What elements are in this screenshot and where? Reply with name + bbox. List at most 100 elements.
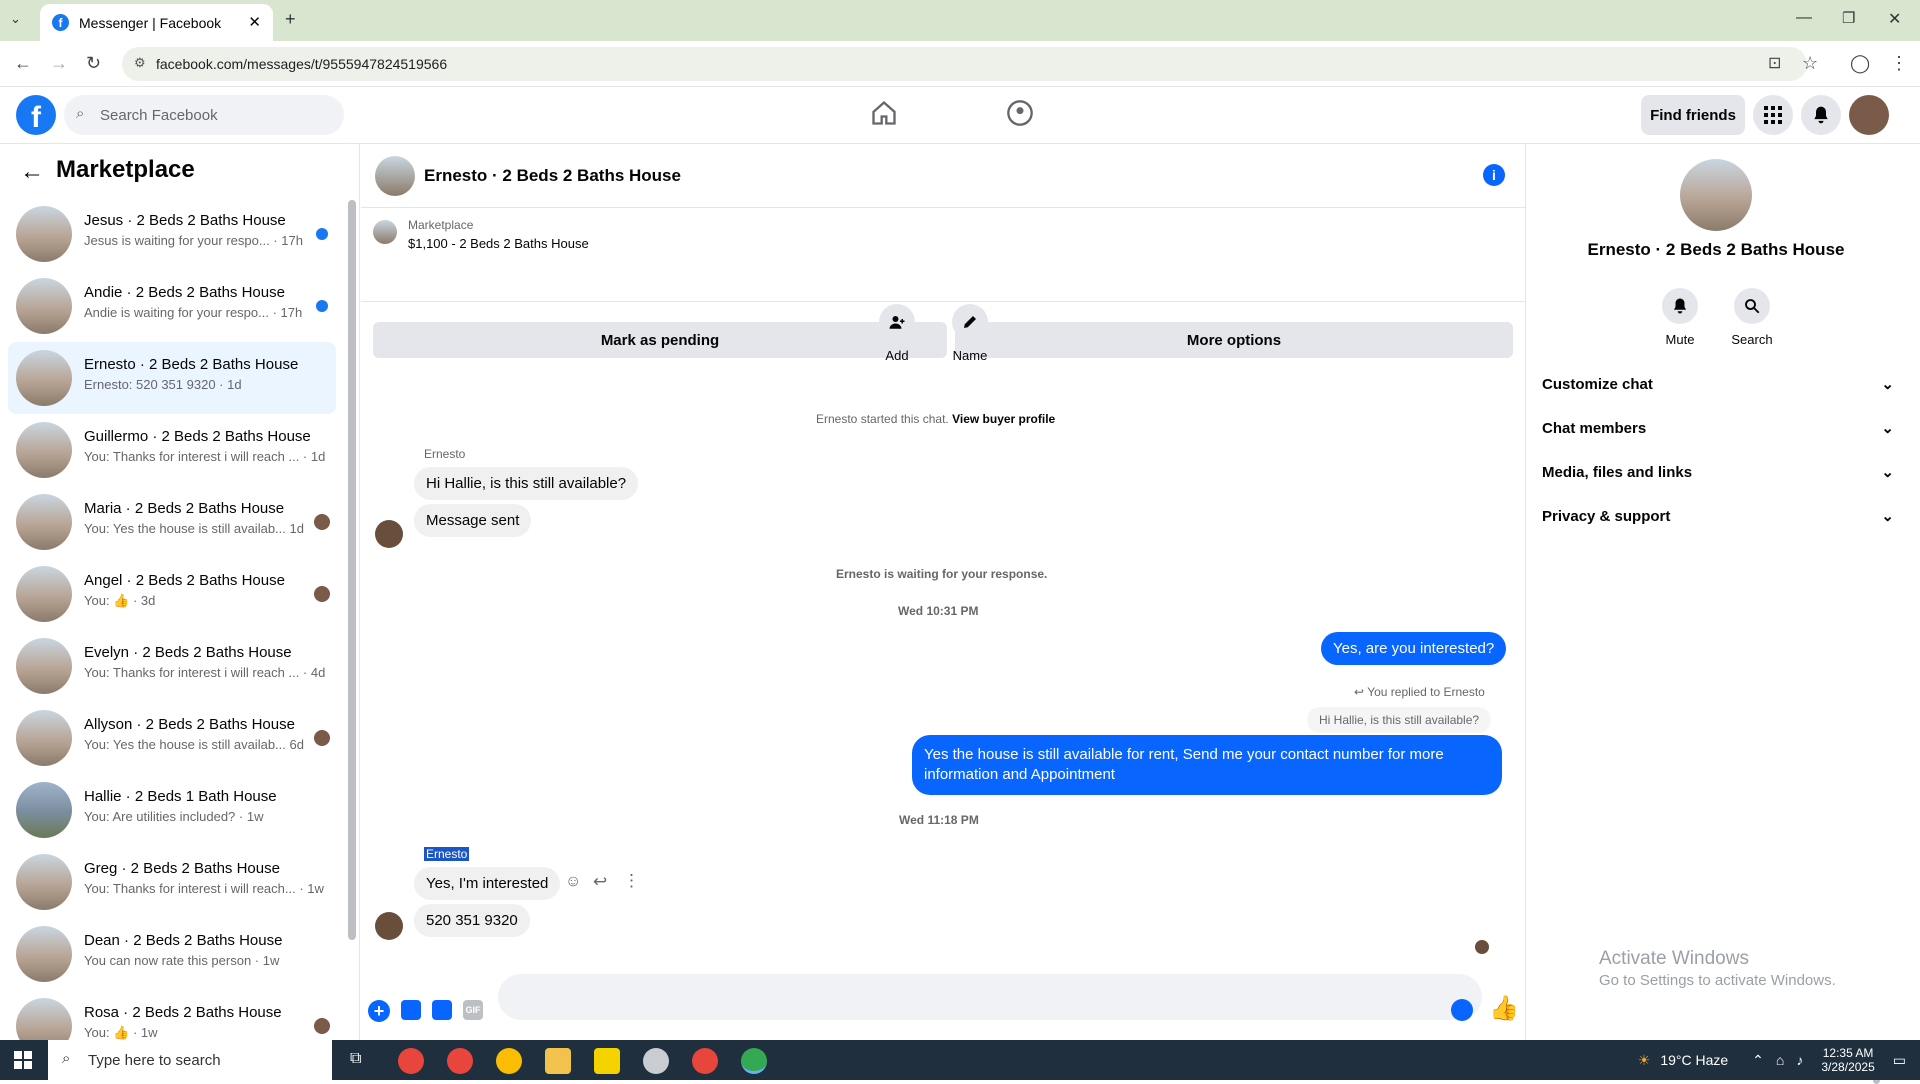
forward-icon[interactable]: → <box>50 53 68 74</box>
sticker-icon[interactable] <box>432 1000 452 1020</box>
more-actions-icon[interactable]: ⋮ <box>623 871 640 891</box>
profile-icon[interactable]: ◯ <box>1850 53 1870 74</box>
conversation-item[interactable]: Guillermo · 2 Beds 2 Baths House You: Th… <box>8 414 336 486</box>
listing-title[interactable]: $1,100 - 2 Beds 2 Baths House <box>408 236 589 251</box>
outgoing-message[interactable]: Yes, are you interested? <box>1321 632 1507 665</box>
home-icon[interactable] <box>870 99 898 127</box>
restore-icon[interactable]: ❐ <box>1842 9 1855 27</box>
chrome-app-icon[interactable] <box>496 1048 522 1074</box>
sidebar-scrollbar[interactable] <box>348 200 356 940</box>
chat-pane: Ernesto · 2 Beds 2 Baths House i Marketp… <box>361 144 1880 1084</box>
message-input[interactable] <box>498 974 1482 1020</box>
like-thumb-icon[interactable]: 👍 <box>1489 994 1519 1023</box>
conversation-avatar <box>16 710 72 766</box>
network-icon[interactable]: ⌂ <box>1776 1052 1784 1068</box>
add-people-button[interactable]: Add <box>879 304 915 363</box>
file-explorer-icon[interactable] <box>545 1048 571 1074</box>
taskbar-search-input[interactable]: ⌕ Type here to search <box>48 1040 332 1080</box>
react-icon[interactable]: ☺ <box>565 873 581 891</box>
plus-icon[interactable]: + <box>368 1000 390 1022</box>
incoming-message[interactable]: Hi Hallie, is this still available? <box>414 467 639 500</box>
chat-header: Ernesto · 2 Beds 2 Baths House i <box>361 144 1525 208</box>
clock[interactable]: 12:35 AM 3/28/2025 <box>1821 1046 1874 1074</box>
groups-icon[interactable] <box>1006 99 1034 127</box>
view-buyer-profile-link[interactable]: View buyer profile <box>952 412 1055 426</box>
chat-avatar[interactable] <box>375 156 415 196</box>
facebook-logo-icon[interactable]: f <box>16 95 56 135</box>
close-window-icon[interactable]: ✕ <box>1888 9 1901 29</box>
find-friends-button[interactable]: Find friends <box>1641 95 1745 135</box>
address-bar[interactable]: ⚙ facebook.com/messages/t/95559478245195… <box>122 47 1807 81</box>
conversation-item[interactable]: Dean · 2 Beds 2 Baths House You can now … <box>8 918 336 990</box>
conversation-item[interactable]: Rosa · 2 Beds 2 Baths House You: 👍 · 1w <box>8 990 336 1040</box>
name-chat-button[interactable]: Name <box>952 304 988 363</box>
conversation-item[interactable]: Angel · 2 Beds 2 Baths House You: 👍 · 3d <box>8 558 336 630</box>
seen-avatar <box>314 586 330 602</box>
chrome-app-icon-active[interactable] <box>741 1048 767 1074</box>
incoming-message[interactable]: Message sent <box>414 504 532 537</box>
conversation-item[interactable]: Andie · 2 Beds 2 Baths House Andie is wa… <box>8 270 336 342</box>
weather-icon[interactable]: ☀ <box>1638 1052 1651 1069</box>
minimize-icon[interactable]: — <box>1796 9 1812 27</box>
conversation-item[interactable]: Jesus · 2 Beds 2 Baths House Jesus is wa… <box>8 198 336 270</box>
quoted-message[interactable]: Hi Hallie, is this still available? <box>1307 707 1492 733</box>
chrome-app-icon[interactable] <box>692 1048 718 1074</box>
search-icon <box>1734 288 1770 324</box>
close-tab-icon[interactable]: ✕ <box>248 13 261 31</box>
chrome-app-icon[interactable] <box>447 1048 473 1074</box>
incoming-message[interactable]: Yes, I'm interested <box>414 867 561 900</box>
privacy-support-section[interactable]: Privacy & support ⌄ <box>1542 496 1894 536</box>
timestamp: Wed 10:31 PM <box>898 604 979 618</box>
sticky-notes-icon[interactable] <box>594 1048 620 1074</box>
photo-icon[interactable] <box>401 1000 421 1020</box>
conversation-name: Greg · 2 Beds 2 Baths House <box>84 860 280 877</box>
incoming-message[interactable]: 520 351 9320 <box>414 904 530 937</box>
conversation-item[interactable]: Hallie · 2 Beds 1 Bath House You: Are ut… <box>8 774 336 846</box>
install-app-icon[interactable]: ⊡ <box>1768 53 1781 73</box>
back-arrow-icon[interactable]: ← <box>20 158 44 186</box>
conversation-item[interactable]: Maria · 2 Beds 2 Baths House You: Yes th… <box>8 486 336 558</box>
task-view-icon[interactable]: ⧉ <box>350 1050 361 1068</box>
details-avatar[interactable] <box>1680 159 1752 231</box>
conversation-item[interactable]: Greg · 2 Beds 2 Baths House You: Thanks … <box>8 846 336 918</box>
notifications-bell-icon[interactable] <box>1801 95 1841 135</box>
facebook-search-input[interactable]: ⌕ Search Facebook <box>64 95 344 135</box>
site-info-icon[interactable]: ⚙ <box>134 55 146 71</box>
outgoing-message[interactable]: Yes the house is still available for ren… <box>912 735 1502 795</box>
chat-title[interactable]: Ernesto · 2 Beds 2 Baths House <box>424 166 681 186</box>
back-icon[interactable]: ← <box>14 53 32 74</box>
conversation-avatar <box>16 782 72 838</box>
conversation-item[interactable]: Allyson · 2 Beds 2 Baths House You: Yes … <box>8 702 336 774</box>
account-avatar[interactable] <box>1849 95 1889 135</box>
weather-text[interactable]: 19°C Haze <box>1660 1052 1728 1068</box>
sender-avatar[interactable] <box>375 912 403 940</box>
browser-tab[interactable]: f Messenger | Facebook ✕ <box>40 4 273 41</box>
chat-members-section[interactable]: Chat members ⌄ <box>1542 408 1894 448</box>
conversation-item-active[interactable]: Ernesto · 2 Beds 2 Baths House Ernesto: … <box>8 342 336 414</box>
notification-center-icon[interactable]: ▭ <box>1893 1052 1906 1069</box>
gif-icon[interactable]: GIF <box>463 1000 483 1020</box>
tab-search-icon[interactable]: ⌄ <box>10 11 21 27</box>
sender-avatar[interactable] <box>375 520 403 548</box>
new-tab-icon[interactable]: + <box>285 9 296 30</box>
customize-chat-section[interactable]: Customize chat ⌄ <box>1542 364 1894 404</box>
browser-menu-icon[interactable]: ⋮ <box>1890 53 1908 74</box>
mute-button[interactable]: Mute <box>1645 288 1715 347</box>
conversation-avatar <box>16 998 72 1040</box>
menu-grid-icon[interactable] <box>1753 95 1793 135</box>
reload-icon[interactable]: ↻ <box>86 53 101 74</box>
media-files-links-section[interactable]: Media, files and links ⌄ <box>1542 452 1894 492</box>
search-in-chat-button[interactable]: Search <box>1717 288 1787 347</box>
bookmark-star-icon[interactable]: ☆ <box>1802 53 1818 74</box>
chrome-app-icon[interactable] <box>398 1048 424 1074</box>
app-icon[interactable] <box>643 1048 669 1074</box>
listing-thumbnail[interactable] <box>373 220 397 244</box>
conversation-preview: Jesus is waiting for your respo... · 17h <box>84 233 303 248</box>
tray-chevron-icon[interactable]: ⌃ <box>1752 1052 1764 1069</box>
conversation-item[interactable]: Evelyn · 2 Beds 2 Baths House You: Thank… <box>8 630 336 702</box>
volume-icon[interactable]: ♪ <box>1796 1052 1803 1068</box>
info-icon[interactable]: i <box>1483 164 1505 186</box>
emoji-icon[interactable] <box>1451 999 1473 1021</box>
reply-icon[interactable]: ↩ <box>593 872 607 892</box>
windows-start-icon[interactable] <box>14 1051 32 1069</box>
